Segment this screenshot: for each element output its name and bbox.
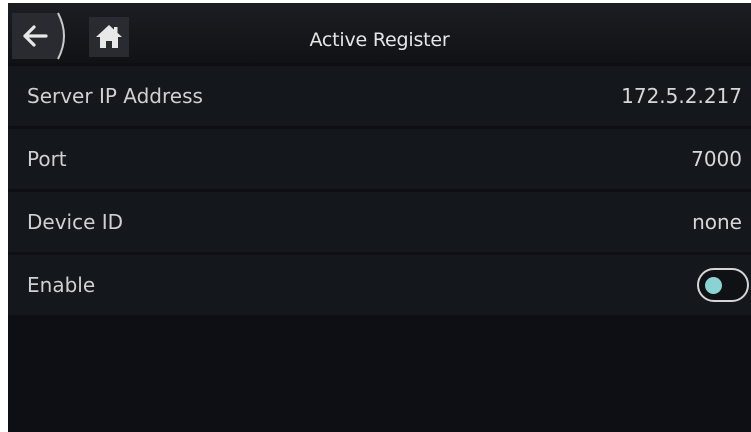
enable-toggle[interactable] — [697, 268, 749, 302]
port-label: Port — [27, 147, 67, 171]
page-title: Active Register — [309, 29, 450, 51]
server-ip-label: Server IP Address — [27, 84, 203, 108]
title-bar: Active Register — [8, 3, 751, 63]
enable-label: Enable — [27, 273, 96, 297]
setting-row-enable: Enable — [8, 255, 751, 315]
server-ip-value: 172.5.2.217 — [621, 84, 742, 108]
setting-row-device-id[interactable]: Device ID none — [8, 192, 751, 252]
setting-row-port[interactable]: Port 7000 — [8, 129, 751, 189]
device-id-label: Device ID — [27, 210, 124, 234]
device-screen: Active Register Server IP Address 172.5.… — [8, 3, 751, 432]
setting-row-server-ip[interactable]: Server IP Address 172.5.2.217 — [8, 66, 751, 126]
device-id-value: none — [692, 210, 742, 234]
toggle-knob — [705, 277, 722, 294]
port-value: 7000 — [691, 147, 742, 171]
